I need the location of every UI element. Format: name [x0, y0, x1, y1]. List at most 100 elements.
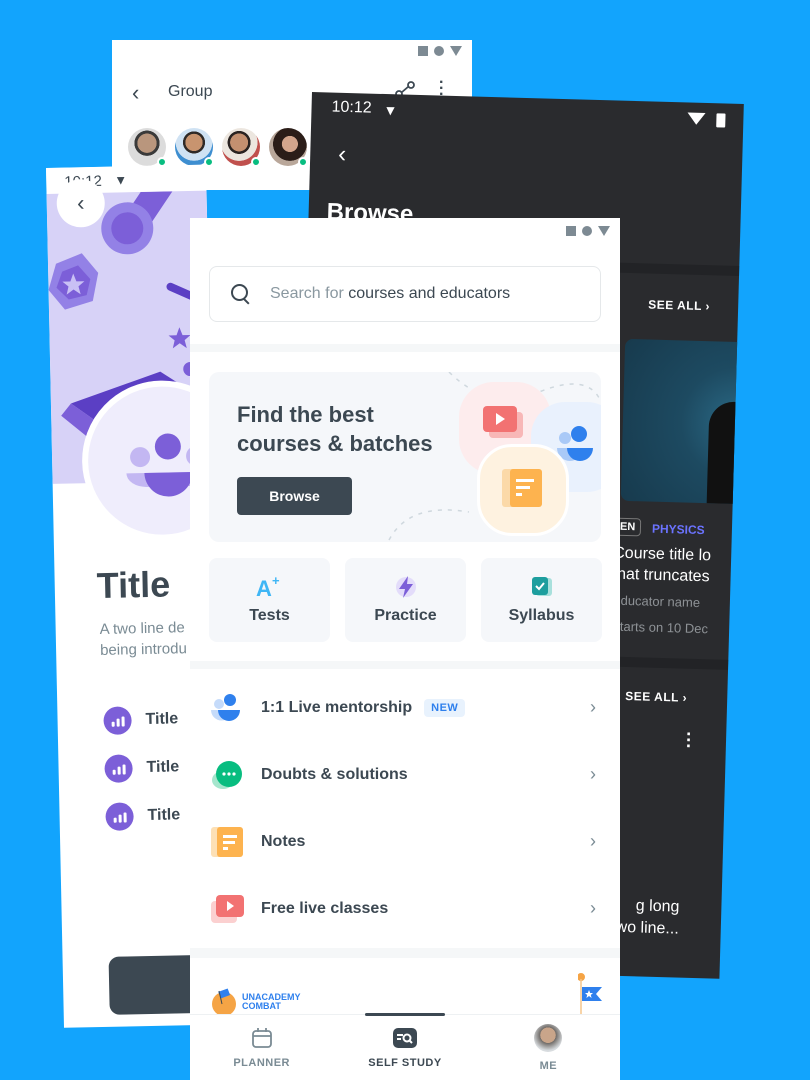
unacademy-combat-logo[interactable]: UNACADEMY COMBAT	[210, 988, 301, 1016]
list-item: Title	[103, 695, 179, 745]
list-item: Title	[104, 743, 180, 793]
trophy-icon: ▼	[114, 172, 128, 188]
course-title[interactable]: Course title lo that truncates	[612, 543, 733, 588]
bar-chart-icon	[104, 754, 133, 783]
status-time: 10:12	[331, 98, 372, 117]
avatar[interactable]	[269, 128, 308, 167]
tests-tile[interactable]: A + Tests	[209, 558, 330, 642]
search-placeholder: Search for courses and educators	[270, 285, 511, 302]
svg-text:+: +	[272, 575, 280, 588]
subject-tag: PHYSICS	[651, 521, 705, 538]
recent-apps-icon	[418, 46, 428, 56]
self-study-icon	[392, 1027, 417, 1048]
tile-label: Syllabus	[508, 607, 575, 624]
checklist-icon	[531, 577, 552, 596]
wifi-icon	[687, 112, 706, 125]
avatar[interactable]	[128, 128, 167, 167]
new-badge: NEW	[424, 698, 466, 717]
bolt-icon	[395, 576, 416, 598]
self-study-screen: Search for courses and educators Find th…	[190, 218, 620, 1080]
promo-title-line: Find the best	[237, 402, 374, 427]
notes-blob	[477, 444, 569, 536]
avatar	[534, 1023, 563, 1052]
nav-label: PLANNER	[233, 1056, 290, 1069]
bottom-navigation: PLANNER SELF STUDY ME	[190, 1013, 620, 1080]
calendar-icon	[251, 1027, 272, 1048]
menu-item-free-classes[interactable]: Free live classes ›	[190, 875, 620, 942]
bar-chart-icon	[105, 802, 134, 831]
nav-me[interactable]: ME	[477, 1015, 620, 1080]
course-start-date: Starts on 10 Dec	[610, 618, 709, 637]
nav-self-study[interactable]: SELF STUDY	[333, 1013, 476, 1080]
menu-item-label: Free live classes	[261, 899, 389, 917]
back-chevron-icon[interactable]: ‹	[132, 80, 139, 106]
online-indicator	[298, 157, 308, 167]
section-divider	[190, 948, 620, 958]
menu-item-notes[interactable]: Notes ›	[190, 808, 620, 875]
back-chevron-icon[interactable]: ‹	[338, 141, 347, 169]
menu-item-label: Doubts & solutions	[261, 765, 408, 783]
chevron-right-icon: ›	[590, 898, 596, 918]
promo-title: Find the best courses & batches	[237, 400, 433, 458]
group-members	[128, 128, 308, 167]
tile-label: Practice	[374, 607, 437, 624]
feature-list: Title Title Title	[103, 695, 181, 841]
back-triangle-icon	[598, 226, 610, 236]
list-item-label: Title	[145, 710, 179, 729]
list-item: Title	[105, 791, 181, 841]
menu-item-label: 1:1 Live mentorship	[261, 698, 413, 716]
see-all-link[interactable]: SEE ALL ›	[648, 297, 710, 313]
battery-icon	[716, 113, 726, 128]
svg-text:A: A	[256, 576, 272, 599]
back-triangle-icon	[450, 46, 462, 56]
browse-button[interactable]: Browse	[237, 477, 352, 515]
section-divider	[190, 661, 620, 669]
educator-name: Educator name	[611, 592, 701, 611]
search-input[interactable]: Search for courses and educators	[209, 266, 601, 322]
trophy-icon: ▼	[383, 102, 398, 119]
combat-globe-icon	[212, 988, 236, 1016]
flag-icon	[578, 973, 602, 1015]
avatar[interactable]	[175, 128, 214, 167]
more-vertical-icon[interactable]: · · ·	[686, 724, 693, 756]
list-item-label: Title	[147, 806, 181, 825]
syllabus-tile[interactable]: Syllabus	[481, 558, 602, 642]
home-icon	[434, 46, 444, 56]
course-thumbnail[interactable]	[620, 338, 744, 505]
menu-item-mentorship[interactable]: 1:1 Live mentorship NEW ›	[190, 674, 620, 741]
system-nav-icons	[418, 46, 462, 56]
self-study-menu: 1:1 Live mentorship NEW › Doubts & solut…	[190, 674, 620, 942]
menu-item-label: Notes	[261, 832, 306, 850]
chevron-right-icon: ›	[590, 764, 596, 784]
course-title-line: that truncates	[612, 565, 710, 586]
chat-bubble-icon	[212, 760, 242, 789]
chevron-right-icon: ›	[590, 697, 596, 717]
list-item-label: Title	[146, 758, 180, 777]
system-nav-icons	[566, 226, 610, 236]
promo-title-line: courses & batches	[237, 431, 433, 456]
mentorship-icon	[211, 693, 240, 721]
search-icon	[230, 283, 252, 305]
notes-icon	[502, 469, 542, 507]
menu-item-doubts[interactable]: Doubts & solutions ›	[190, 741, 620, 808]
online-indicator	[251, 157, 261, 167]
bar-chart-icon	[103, 706, 132, 735]
a-plus-icon: A +	[256, 575, 280, 599]
section-divider	[190, 344, 620, 352]
combat-text: UNACADEMY COMBAT	[242, 993, 301, 1011]
nav-planner[interactable]: PLANNER	[190, 1015, 333, 1080]
promo-banner: Find the best courses & batches Browse	[209, 372, 601, 542]
notes-icon	[211, 826, 243, 857]
practice-tile[interactable]: Practice	[345, 558, 466, 642]
tile-label: Tests	[249, 607, 290, 624]
see-all-link[interactable]: SEE ALL ›	[625, 689, 687, 705]
back-chevron-icon: ‹	[76, 190, 85, 216]
nav-label: ME	[539, 1059, 558, 1072]
recent-apps-icon	[566, 226, 576, 236]
combat-text-line: COMBAT	[242, 1001, 281, 1011]
chevron-right-icon: ›	[590, 831, 596, 851]
play-video-icon	[211, 894, 244, 923]
group-title: Group	[168, 83, 213, 100]
page-title: Title	[96, 563, 171, 607]
avatar[interactable]	[222, 128, 261, 167]
